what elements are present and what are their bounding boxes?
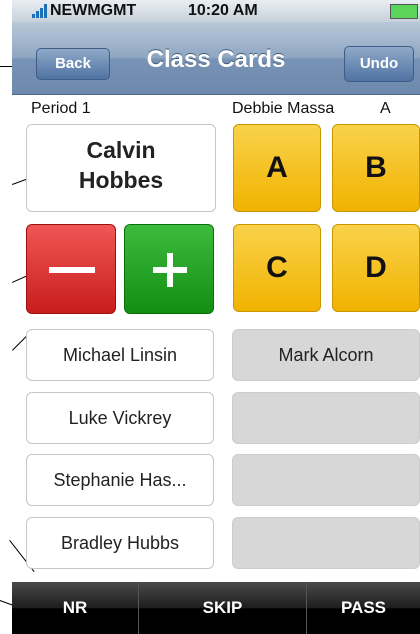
empty-list-slot[interactable] [232,517,420,569]
minus-icon [49,267,95,273]
battery-icon [390,4,418,19]
answer-c-button[interactable]: C [233,224,321,312]
student-list-item[interactable]: Mark Alcorn [232,329,420,381]
current-student-card[interactable]: Calvin Hobbes [26,124,216,212]
tab-nr[interactable]: NR [12,582,138,634]
status-bar: NEWMGMT 10:20 AM [12,0,420,23]
tab-skip[interactable]: SKIP [138,582,306,634]
undo-button[interactable]: Undo [344,46,414,82]
carrier-name: NEWMGMT [50,2,137,19]
navigation-bar: Back Class Cards Undo [12,22,420,95]
period-label: Period 1 [31,100,91,117]
answer-d-button[interactable]: D [332,224,420,312]
plus-button[interactable] [124,224,214,314]
annotation-line-list [12,335,27,351]
tab-pass[interactable]: PASS [306,582,420,634]
answer-b-button[interactable]: B [332,124,420,212]
signal-icon [32,4,48,18]
minus-button[interactable] [26,224,116,314]
answer-a-button[interactable]: A [233,124,321,212]
student-first-name: Calvin [86,137,156,163]
partner-student-name: Debbie Massa [232,100,335,117]
status-time: 10:20 AM [188,2,258,19]
bottom-tab-bar: NR SKIP PASS [12,582,420,634]
student-last-name: Hobbes [78,167,164,193]
app-frame: NEWMGMT 10:20 AM Back Class Cards Undo P… [0,0,420,634]
empty-list-slot[interactable] [232,392,420,444]
student-list-item[interactable]: Stephanie Has... [26,454,214,506]
empty-list-slot[interactable] [232,454,420,506]
plus-icon-vertical [167,253,173,287]
student-list-item[interactable]: Luke Vickrey [26,392,214,444]
grade-label: A [380,100,391,117]
student-list-item[interactable]: Michael Linsin [26,329,214,381]
student-list-item[interactable]: Bradley Hubbs [26,517,214,569]
